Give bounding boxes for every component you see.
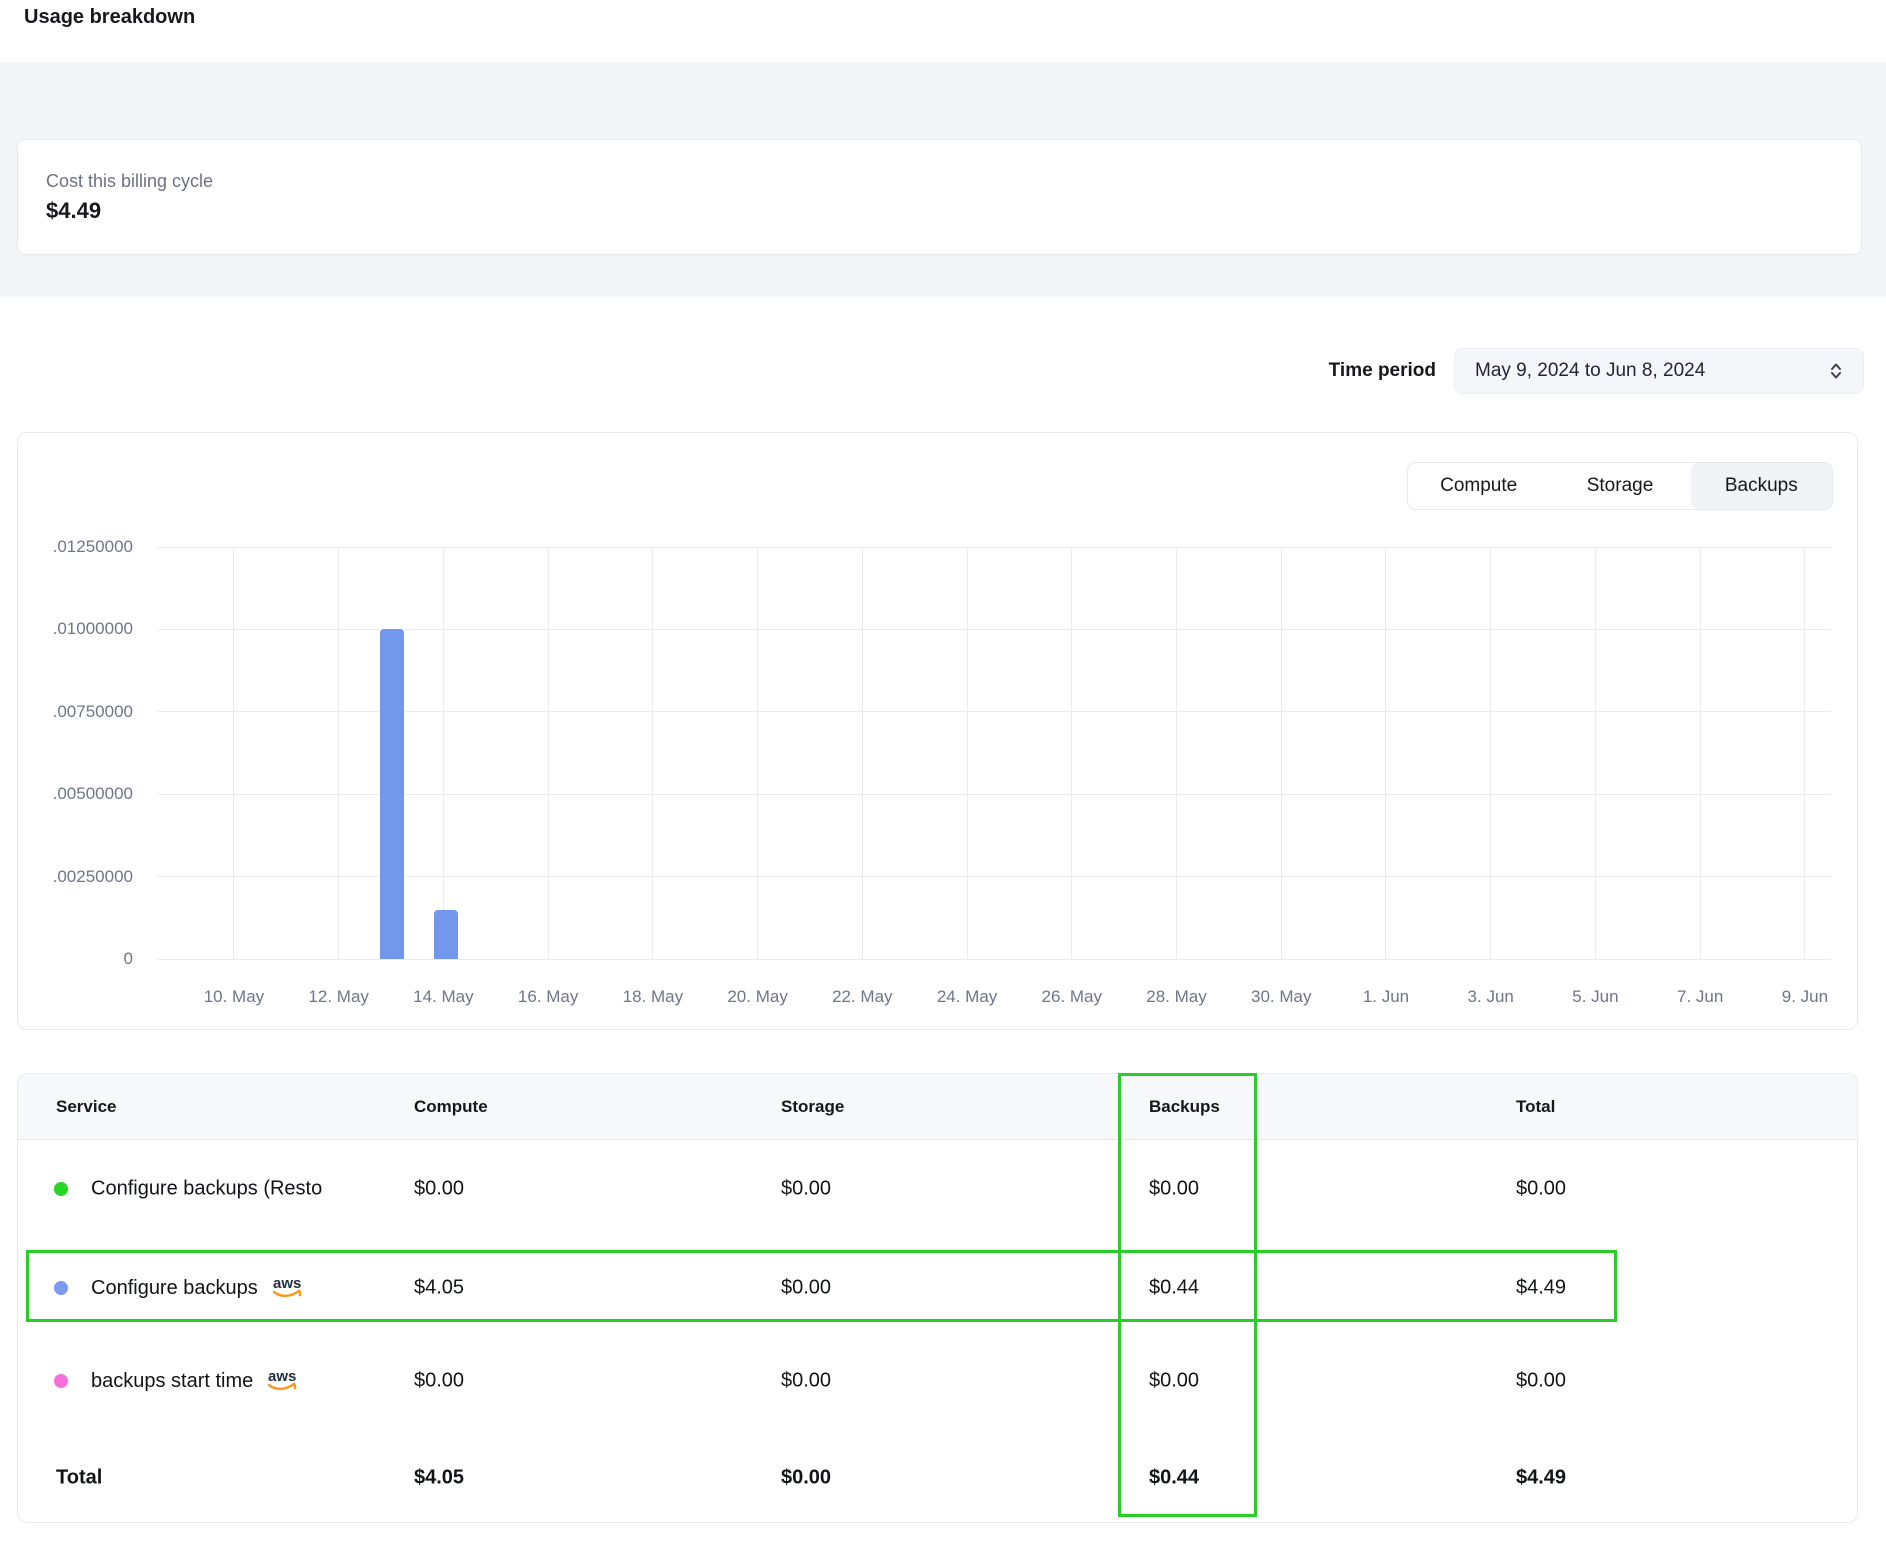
cost-card-value: $4.49 bbox=[46, 198, 1861, 224]
table-header-row: Service Compute Storage Backups Total bbox=[18, 1074, 1857, 1140]
table-row: Configure backupsaws $4.05 $0.00 $0.44 $4.49 bbox=[18, 1252, 1857, 1324]
backups-bar-chart bbox=[158, 547, 1831, 959]
x-axis-tick-label: 10. May bbox=[189, 987, 279, 1007]
y-axis-tick-label: .01250000 bbox=[18, 537, 133, 557]
x-gridline bbox=[757, 547, 758, 959]
x-axis-tick-label: 9. Jun bbox=[1760, 987, 1850, 1007]
x-gridline bbox=[1804, 547, 1805, 959]
total-row-label: Total bbox=[56, 1467, 102, 1490]
x-gridline bbox=[1176, 547, 1177, 959]
x-gridline bbox=[338, 547, 339, 959]
chart-bar-13-may bbox=[380, 629, 404, 959]
chart-bar-14-may bbox=[434, 910, 458, 959]
time-period-value: May 9, 2024 to Jun 8, 2024 bbox=[1475, 360, 1827, 382]
tab-storage[interactable]: Storage bbox=[1549, 463, 1690, 509]
x-gridline bbox=[967, 547, 968, 959]
storage-cost-cell: $0.00 bbox=[781, 1277, 831, 1300]
y-gridline bbox=[158, 711, 1831, 712]
y-axis-tick-label: .00250000 bbox=[18, 867, 133, 887]
aws-logo-icon: aws bbox=[270, 1275, 306, 1301]
backups-cost-cell: $0.44 bbox=[1149, 1277, 1199, 1300]
compute-cost-cell: $0.00 bbox=[414, 1178, 464, 1201]
usage-chart-panel: ComputeStorageBackups .01250000 .01000000… bbox=[17, 432, 1858, 1030]
y-axis-tick-label: .01000000 bbox=[18, 619, 133, 639]
y-axis-tick-label: .00750000 bbox=[18, 702, 133, 722]
x-gridline bbox=[652, 547, 653, 959]
x-gridline bbox=[1490, 547, 1491, 959]
y-gridline bbox=[158, 547, 1831, 548]
chart-metric-tabs: ComputeStorageBackups bbox=[1407, 462, 1833, 510]
cost-card-label: Cost this billing cycle bbox=[46, 171, 1861, 192]
service-name: Configure backupsaws bbox=[91, 1275, 306, 1301]
column-header-total: Total bbox=[1516, 1074, 1555, 1140]
cost-card: Cost this billing cycle $4.49 bbox=[17, 139, 1862, 255]
aws-logo-icon: aws bbox=[265, 1368, 301, 1394]
time-period-select[interactable]: May 9, 2024 to Jun 8, 2024 bbox=[1454, 348, 1864, 394]
service-name: Configure backups (Resto bbox=[91, 1178, 322, 1201]
column-header-storage: Storage bbox=[781, 1074, 844, 1140]
y-axis-tick-label: .00500000 bbox=[18, 784, 133, 804]
x-axis-tick-label: 7. Jun bbox=[1655, 987, 1745, 1007]
total-backups-cell: $0.44 bbox=[1149, 1467, 1199, 1490]
updown-chevron-icon bbox=[1827, 361, 1845, 381]
storage-cost-cell: $0.00 bbox=[781, 1370, 831, 1393]
total-cost-cell: $0.00 bbox=[1516, 1178, 1566, 1201]
y-gridline bbox=[158, 629, 1831, 630]
x-gridline bbox=[1385, 547, 1386, 959]
time-period-label: Time period bbox=[1286, 360, 1436, 382]
series-color-dot bbox=[54, 1374, 68, 1388]
x-gridline bbox=[233, 547, 234, 959]
compute-cost-cell: $4.05 bbox=[414, 1277, 464, 1300]
x-axis-tick-label: 1. Jun bbox=[1341, 987, 1431, 1007]
service-name: backups start timeaws bbox=[91, 1368, 301, 1394]
x-axis-tick-label: 16. May bbox=[503, 987, 593, 1007]
compute-cost-cell: $0.00 bbox=[414, 1370, 464, 1393]
x-axis-tick-label: 12. May bbox=[294, 987, 384, 1007]
backups-cost-cell: $0.00 bbox=[1149, 1370, 1199, 1393]
column-header-compute: Compute bbox=[414, 1074, 488, 1140]
x-gridline bbox=[1700, 547, 1701, 959]
total-storage-cell: $0.00 bbox=[781, 1467, 831, 1490]
x-gridline bbox=[1071, 547, 1072, 959]
page-title: Usage breakdown bbox=[24, 6, 195, 29]
x-gridline bbox=[548, 547, 549, 959]
svg-text:aws: aws bbox=[268, 1368, 296, 1385]
table-row: Configure backups (Resto $0.00 $0.00 $0.00 $… bbox=[18, 1153, 1857, 1225]
storage-cost-cell: $0.00 bbox=[781, 1178, 831, 1201]
y-gridline bbox=[158, 959, 1831, 960]
x-gridline bbox=[1595, 547, 1596, 959]
x-gridline bbox=[1281, 547, 1282, 959]
x-gridline bbox=[443, 547, 444, 959]
total-total-cell: $4.49 bbox=[1516, 1467, 1566, 1490]
tab-backups[interactable]: Backups bbox=[1691, 463, 1832, 509]
series-color-dot bbox=[54, 1281, 68, 1295]
y-gridline bbox=[158, 876, 1831, 877]
total-cost-cell: $0.00 bbox=[1516, 1370, 1566, 1393]
x-axis-tick-label: 14. May bbox=[398, 987, 488, 1007]
cost-breakdown-table: Service Compute Storage Backups Total Config… bbox=[17, 1073, 1858, 1523]
y-gridline bbox=[158, 794, 1831, 795]
x-axis-tick-label: 30. May bbox=[1236, 987, 1326, 1007]
x-axis-tick-label: 20. May bbox=[713, 987, 803, 1007]
x-axis-tick-label: 22. May bbox=[817, 987, 907, 1007]
column-header-service: Service bbox=[56, 1074, 117, 1140]
x-axis-tick-label: 3. Jun bbox=[1446, 987, 1536, 1007]
x-axis-tick-label: 28. May bbox=[1132, 987, 1222, 1007]
table-total-row: Total $4.05 $0.00 $0.44 $4.49 bbox=[18, 1442, 1857, 1514]
x-gridline bbox=[862, 547, 863, 959]
table-row: backups start timeaws $0.00 $0.00 $0.00 $0.0… bbox=[18, 1345, 1857, 1417]
column-header-backups: Backups bbox=[1149, 1074, 1220, 1140]
x-axis-tick-label: 26. May bbox=[1027, 987, 1117, 1007]
x-axis-tick-label: 24. May bbox=[922, 987, 1012, 1007]
tab-compute[interactable]: Compute bbox=[1408, 463, 1549, 509]
backups-cost-cell: $0.00 bbox=[1149, 1178, 1199, 1201]
y-axis-tick-label: 0 bbox=[18, 949, 133, 969]
x-axis-tick-label: 5. Jun bbox=[1550, 987, 1640, 1007]
series-color-dot bbox=[54, 1182, 68, 1196]
total-cost-cell: $4.49 bbox=[1516, 1277, 1566, 1300]
summary-band: Cost this billing cycle $4.49 bbox=[0, 62, 1886, 297]
svg-text:aws: aws bbox=[273, 1275, 301, 1292]
x-axis-tick-label: 18. May bbox=[608, 987, 698, 1007]
total-compute-cell: $4.05 bbox=[414, 1467, 464, 1490]
